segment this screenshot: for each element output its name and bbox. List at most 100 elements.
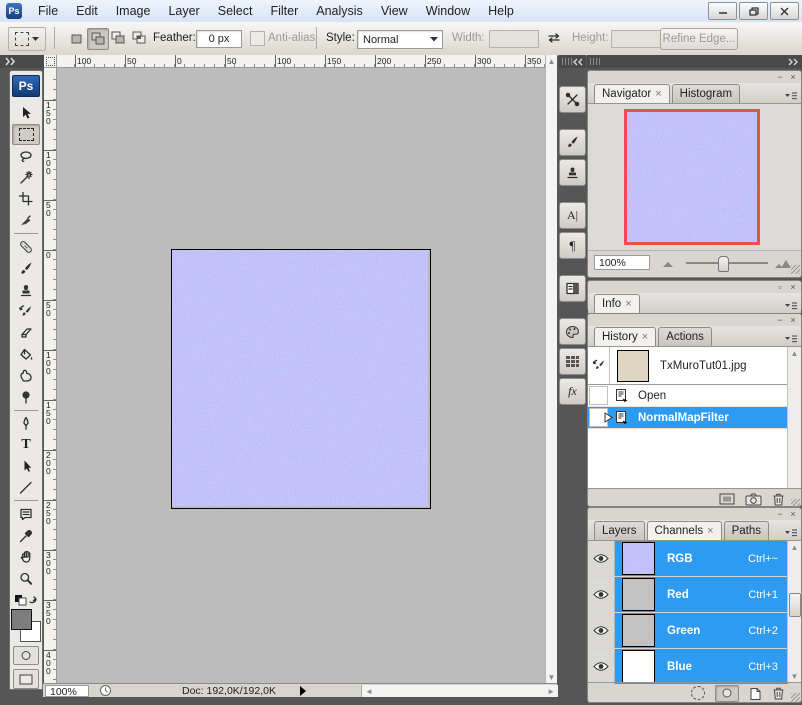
load-channel-as-selection-icon[interactable] (691, 686, 705, 700)
menu-file[interactable]: File (29, 0, 67, 22)
panel-maximize-button[interactable]: ▫ (775, 283, 785, 292)
panel-menu-icon[interactable] (784, 334, 798, 344)
panel-menu-icon[interactable] (784, 301, 798, 311)
intersect-selection-button[interactable] (129, 28, 149, 48)
color-panel-button[interactable] (559, 318, 586, 345)
menu-view[interactable]: View (372, 0, 417, 22)
style-select[interactable]: Normal (357, 30, 443, 49)
feather-input[interactable]: 0 px (196, 30, 242, 48)
navigator-zoom-slider[interactable] (686, 262, 768, 264)
foreground-color-swatch[interactable] (11, 609, 32, 630)
horizontal-ruler[interactable]: 10050050100150200250300350 (57, 55, 545, 68)
tab-navigator[interactable]: Navigator× (594, 84, 670, 103)
character-panel-button[interactable]: A| (559, 202, 586, 229)
paint-bucket-tool[interactable] (12, 343, 40, 364)
new-document-from-state-icon[interactable] (719, 492, 735, 506)
menu-filter[interactable]: Filter (261, 0, 307, 22)
visibility-toggle[interactable] (588, 649, 615, 684)
history-source-checkbox[interactable] (589, 386, 608, 405)
channels-scrollbar[interactable]: ▲ ▼ (787, 541, 801, 682)
line-tool[interactable] (12, 477, 40, 498)
visibility-toggle[interactable] (588, 577, 615, 612)
eraser-tool[interactable] (12, 322, 40, 343)
width-input[interactable] (489, 30, 539, 48)
tab-close-icon[interactable]: × (642, 331, 648, 343)
navigator-thumbnail[interactable] (624, 109, 760, 245)
tab-close-icon[interactable]: × (655, 88, 661, 100)
new-snapshot-camera-icon[interactable] (745, 492, 762, 506)
path-selection-tool[interactable] (12, 455, 40, 476)
type-tool[interactable]: T (12, 434, 40, 455)
rectangular-marquee-tool[interactable] (12, 124, 40, 145)
tab-paths[interactable]: Paths (724, 521, 769, 540)
history-state-row-selected[interactable]: NormalMapFilter (588, 407, 801, 429)
tool-preset-picker[interactable] (8, 27, 46, 51)
tab-close-icon[interactable]: × (625, 298, 631, 310)
brush-tool[interactable] (12, 258, 40, 279)
quick-mask-button[interactable] (13, 646, 39, 666)
history-scrollbar[interactable]: ▲ (787, 347, 801, 488)
close-button[interactable] (770, 2, 799, 20)
vertical-ruler[interactable]: 15010050050100150200250300350400 (44, 68, 57, 683)
healing-brush-tool[interactable] (12, 236, 40, 257)
panel-resize-grip[interactable] (791, 265, 800, 274)
scrollbar-thumb[interactable] (789, 593, 801, 617)
visibility-toggle[interactable] (588, 541, 615, 576)
scroll-down-arrow[interactable]: ▼ (788, 670, 801, 682)
canvas-vertical-scrollbar[interactable]: ▲ ▼ (545, 55, 557, 683)
zoom-out-icon[interactable] (662, 260, 674, 268)
subtract-from-selection-button[interactable] (108, 28, 128, 48)
history-snapshot-row[interactable]: TxMuroTut01.jpg (588, 347, 801, 385)
document-size-readout[interactable]: Doc: 192,0K/192,0K (182, 685, 276, 697)
brushes-panel-button[interactable] (559, 129, 586, 156)
tab-history[interactable]: History× (594, 327, 656, 346)
ruler-origin-corner[interactable] (44, 55, 57, 68)
tool-presets-panel-button[interactable] (559, 86, 586, 113)
tab-channels[interactable]: Channels× (647, 521, 722, 540)
status-zoom-field[interactable]: 100% (45, 685, 89, 697)
clone-stamp-tool[interactable] (12, 279, 40, 300)
canvas-workspace[interactable] (57, 68, 545, 683)
panel-close-button[interactable]: × (788, 316, 798, 325)
tab-info[interactable]: Info× (594, 294, 640, 313)
menu-help[interactable]: Help (479, 0, 523, 22)
crop-tool[interactable] (12, 188, 40, 209)
history-brush-tool[interactable] (12, 300, 40, 321)
delete-trash-icon[interactable] (772, 492, 785, 506)
scroll-down-arrow[interactable]: ▼ (546, 671, 557, 683)
channel-row-rgb[interactable]: RGB Ctrl+~ (588, 541, 788, 577)
scroll-right-arrow[interactable]: ► (547, 687, 555, 696)
zoom-in-icon[interactable] (774, 258, 792, 269)
save-selection-as-channel-button[interactable] (715, 685, 739, 702)
scroll-up-arrow[interactable]: ▲ (546, 55, 557, 67)
styles-panel-button[interactable]: fx (559, 378, 586, 405)
history-state-row[interactable]: Open (588, 385, 801, 407)
restore-button[interactable] (739, 2, 768, 20)
notes-tool[interactable] (12, 503, 40, 524)
zoom-slider-thumb[interactable] (718, 256, 729, 272)
scroll-up-arrow[interactable]: ▲ (788, 541, 801, 553)
document-image-normal-map[interactable] (171, 249, 431, 509)
channel-row-red[interactable]: Red Ctrl+1 (588, 577, 788, 613)
swap-dimensions-icon[interactable] (546, 32, 562, 44)
panel-close-button[interactable]: × (788, 283, 798, 292)
smudge-tool[interactable] (12, 365, 40, 386)
canvas-horizontal-scrollbar[interactable]: ◄ ► (361, 685, 558, 697)
panel-dock-header[interactable] (587, 55, 802, 68)
slice-tool[interactable] (12, 210, 40, 231)
menu-edit[interactable]: Edit (67, 0, 107, 22)
panel-close-button[interactable]: × (788, 73, 798, 82)
channel-row-green[interactable]: Green Ctrl+2 (588, 613, 788, 649)
panel-menu-icon[interactable] (784, 91, 798, 101)
dodge-tool[interactable] (12, 386, 40, 407)
scroll-up-arrow[interactable]: ▲ (788, 347, 801, 359)
panel-resize-grip[interactable] (791, 693, 800, 702)
panel-menu-icon[interactable] (784, 528, 798, 538)
menu-select[interactable]: Select (209, 0, 262, 22)
menu-window[interactable]: Window (417, 0, 479, 22)
pen-tool[interactable] (12, 413, 40, 434)
eyedropper-tool[interactable] (12, 525, 40, 546)
history-brush-source-cell[interactable] (588, 347, 610, 384)
visibility-toggle[interactable] (588, 613, 615, 648)
paragraph-panel-button[interactable]: ¶ (559, 232, 586, 259)
